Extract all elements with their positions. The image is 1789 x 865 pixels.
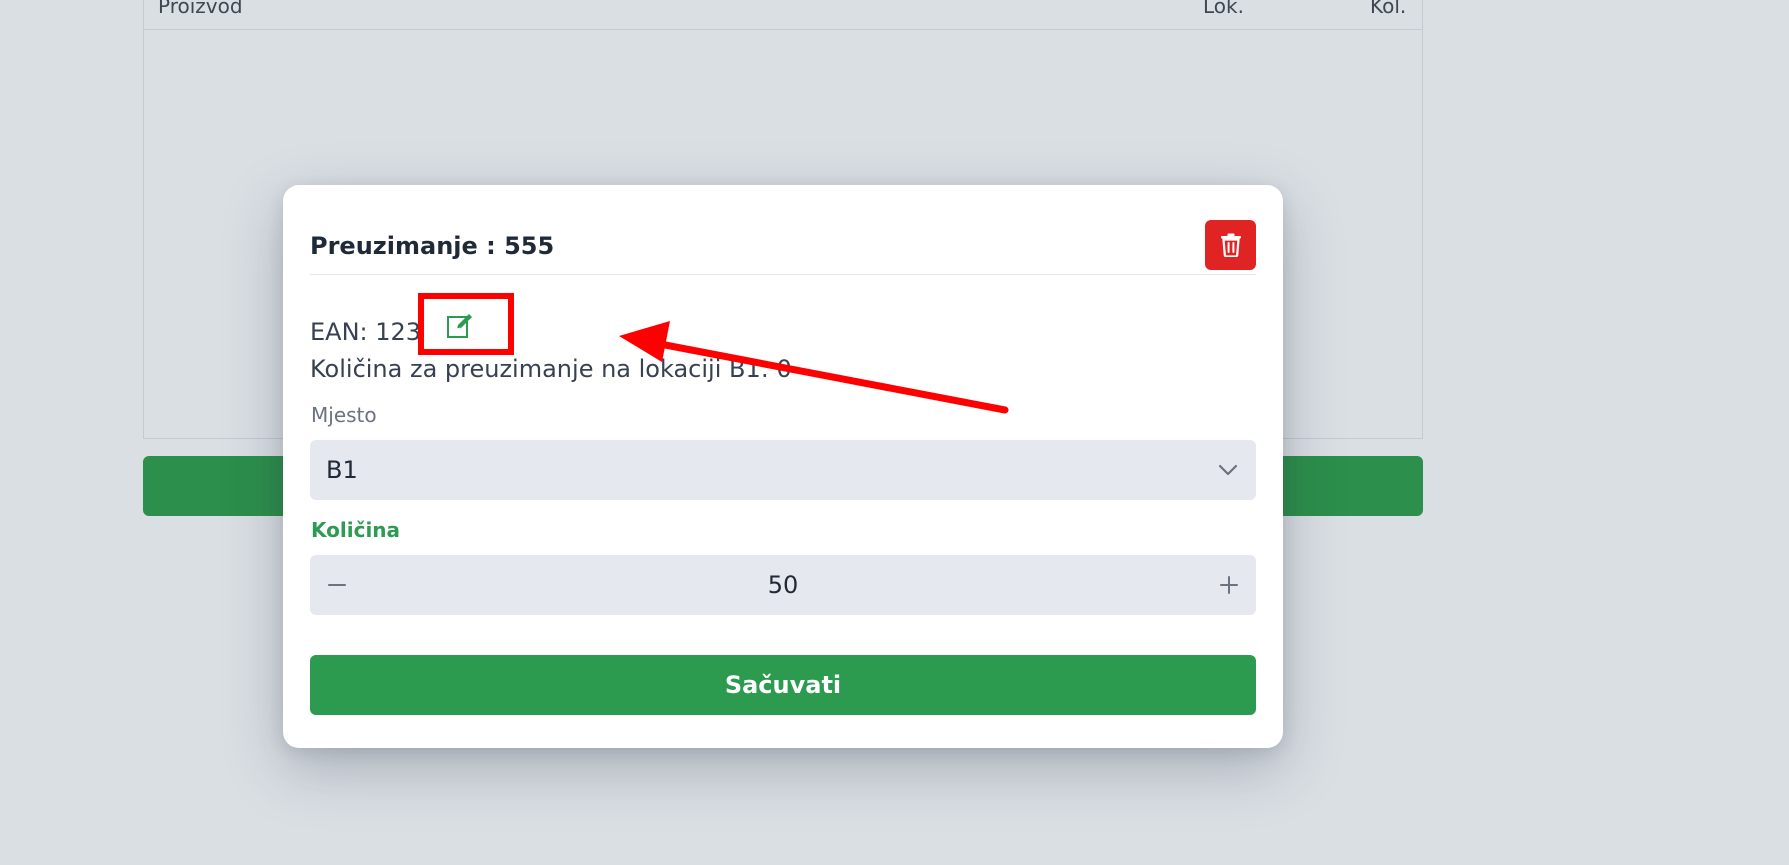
- chevron-down-icon: [1218, 464, 1238, 476]
- minus-icon: [328, 584, 346, 586]
- location-select-value: B1: [326, 456, 358, 484]
- modal-header: Preuzimanje : 555: [310, 220, 1256, 275]
- quantity-label: Količina: [311, 518, 401, 542]
- table-header: Proizvod Lok. Kol.: [144, 0, 1422, 30]
- ean-row: EAN: 123: [310, 312, 429, 352]
- save-button[interactable]: Sačuvati: [310, 655, 1256, 715]
- screen: Proizvod Lok. Kol. Preuzimanje : 555 EAN…: [0, 0, 1789, 865]
- ean-label: EAN: 123: [310, 318, 422, 346]
- quantity-input[interactable]: 50: [364, 571, 1202, 599]
- edit-icon[interactable]: [446, 311, 474, 339]
- decrement-button[interactable]: [310, 555, 364, 615]
- delete-button[interactable]: [1205, 220, 1256, 270]
- receiving-modal: Preuzimanje : 555 EAN: 123 Količina za p…: [283, 185, 1283, 748]
- quantity-info-text: Količina za preuzimanje na lokaciji B1: …: [310, 355, 792, 383]
- column-header-location[interactable]: Lok.: [1203, 0, 1244, 18]
- location-label: Mjesto: [311, 403, 377, 427]
- column-header-product[interactable]: Proizvod: [158, 0, 243, 18]
- column-header-quantity[interactable]: Kol.: [1370, 0, 1406, 18]
- trash-icon: [1220, 233, 1241, 257]
- location-select[interactable]: B1: [310, 440, 1256, 500]
- increment-button[interactable]: [1202, 555, 1256, 615]
- quantity-stepper: 50: [310, 555, 1256, 615]
- plus-icon: [1220, 576, 1238, 594]
- modal-title: Preuzimanje : 555: [310, 232, 555, 260]
